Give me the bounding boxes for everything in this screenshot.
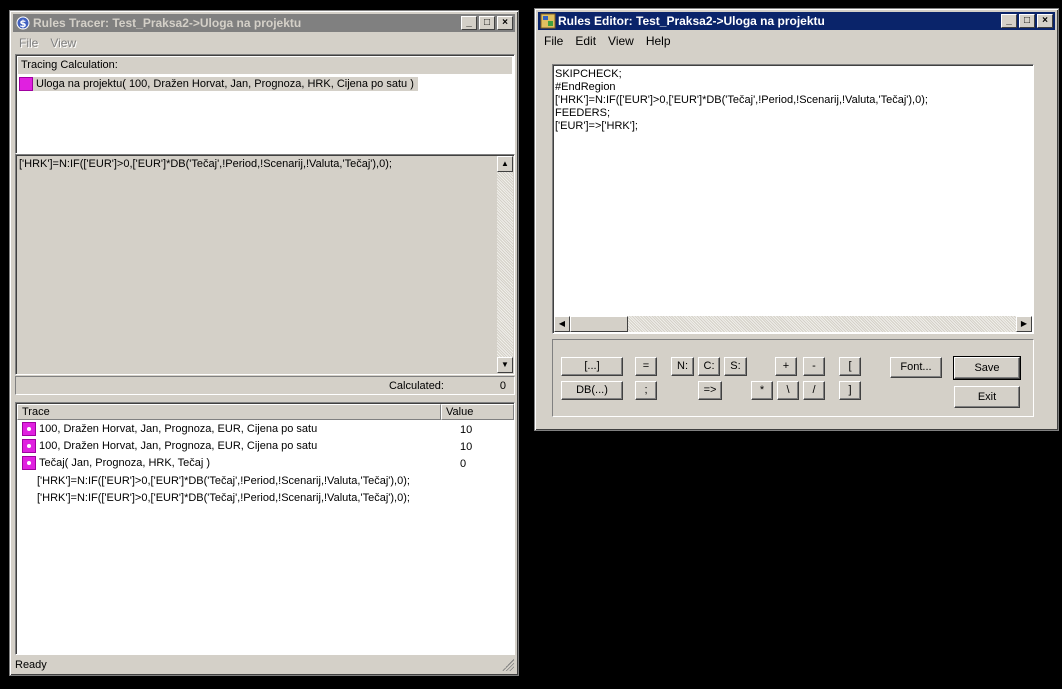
scroll-right-icon[interactable]: ▶ [1016, 316, 1032, 332]
tracer-titlebar[interactable]: $ Rules Tracer: Test_Praksa2->Uloga na p… [13, 14, 515, 32]
editor-menubar: File Edit View Help [538, 32, 1055, 50]
minus-button[interactable]: - [803, 357, 825, 376]
cell-icon [22, 456, 36, 470]
brackets-button[interactable]: [...] [561, 357, 623, 376]
calculated-label: Calculated: [388, 380, 444, 392]
trace-row[interactable]: Tečaj( Jan, Prognoza, HRK, Tečaj ) [22, 456, 210, 470]
menu-edit[interactable]: Edit [569, 32, 602, 50]
menu-file[interactable]: File [13, 34, 44, 52]
plus-button[interactable]: + [775, 357, 797, 376]
scroll-left-icon[interactable]: ◀ [554, 316, 570, 332]
editor-titlebar[interactable]: Rules Editor: Test_Praksa2->Uloga na pro… [538, 12, 1055, 30]
scroll-thumb[interactable] [570, 316, 628, 332]
equals-button[interactable]: = [635, 357, 657, 376]
rules-tracer-window: $ Rules Tracer: Test_Praksa2->Uloga na p… [9, 10, 519, 676]
maximize-button[interactable]: □ [1019, 14, 1035, 28]
trace-row-value: 10 [460, 441, 473, 453]
tm1-app-icon: $ [16, 16, 30, 30]
value-column-header[interactable]: Value [441, 404, 514, 420]
multiply-button[interactable]: * [751, 381, 773, 400]
exit-button[interactable]: Exit [954, 386, 1020, 408]
left-bracket-button[interactable]: [ [839, 357, 861, 376]
menu-view[interactable]: View [602, 32, 640, 50]
trace-rule-row[interactable]: ['HRK']=N:IF(['EUR']>0,['EUR']*DB('Tečaj… [37, 492, 410, 504]
status-bar-text: Ready [15, 659, 47, 671]
tracing-calculation-label: Tracing Calculation: [18, 57, 512, 74]
trace-row-text: 100, Dražen Horvat, Jan, Prognoza, EUR, … [39, 439, 318, 452]
calculated-bar: Calculated: 0 [15, 376, 515, 395]
trace-row[interactable]: 100, Dražen Horvat, Jan, Prognoza, EUR, … [22, 422, 317, 436]
cell-icon [22, 439, 36, 453]
trace-rule-row[interactable]: ['HRK']=N:IF(['EUR']>0,['EUR']*DB('Tečaj… [37, 475, 410, 487]
rule-text-panel: ['HRK']=N:IF(['EUR']>0,['EUR']*DB('Tečaj… [15, 154, 515, 375]
minimize-button[interactable]: _ [461, 16, 477, 30]
code-line: ['HRK']=N:IF(['EUR']>0,['EUR']*DB('Tečaj… [555, 94, 928, 106]
menu-help[interactable]: Help [640, 32, 677, 50]
maximize-button[interactable]: □ [479, 16, 495, 30]
backslash-button[interactable]: \ [777, 381, 799, 400]
code-line: #EndRegion [555, 81, 616, 93]
tracer-menubar: File View [13, 34, 515, 52]
code-line: SKIPCHECK; [555, 68, 622, 80]
n-button[interactable]: N: [671, 357, 694, 376]
right-bracket-button[interactable]: ] [839, 381, 861, 400]
resize-grip-icon[interactable] [502, 659, 514, 671]
rules-editor-window: Rules Editor: Test_Praksa2->Uloga na pro… [534, 8, 1059, 431]
semicolon-button[interactable]: ; [635, 381, 657, 400]
code-line: ['EUR']=>['HRK']; [555, 120, 638, 132]
c-button[interactable]: C: [698, 357, 720, 376]
calculated-value: 0 [499, 380, 506, 392]
font-button[interactable]: Font... [890, 357, 942, 378]
tracing-item-label: Uloga na projektu( 100, Dražen Horvat, J… [36, 77, 414, 90]
s-button[interactable]: S: [724, 357, 747, 376]
tracing-item[interactable]: Uloga na projektu( 100, Dražen Horvat, J… [19, 77, 418, 91]
code-line: FEEDERS; [555, 107, 611, 119]
trace-list: Trace Value 100, Dražen Horvat, Jan, Pro… [15, 402, 515, 655]
db-button[interactable]: DB(...) [561, 381, 623, 400]
rule-buttons-panel: [...] DB(...) = ; N: C: S: => + - [ * \ … [552, 339, 1034, 417]
divide-button[interactable]: / [803, 381, 825, 400]
trace-row-text: 100, Dražen Horvat, Jan, Prognoza, EUR, … [39, 422, 318, 435]
close-button[interactable]: × [1037, 14, 1053, 28]
rule-code-editor[interactable]: SKIPCHECK; #EndRegion ['HRK']=N:IF(['EUR… [552, 64, 1034, 334]
trace-row-value: 0 [460, 458, 467, 470]
tracing-calculation-panel: Tracing Calculation: Uloga na projektu( … [15, 54, 515, 154]
minimize-button[interactable]: _ [1001, 14, 1017, 28]
rules-editor-app-icon [540, 13, 556, 29]
menu-view[interactable]: View [44, 34, 82, 52]
trace-row[interactable]: 100, Dražen Horvat, Jan, Prognoza, EUR, … [22, 439, 317, 453]
rule-vertical-scrollbar[interactable]: ▲ ▼ [497, 156, 513, 373]
trace-column-header[interactable]: Trace [17, 404, 441, 420]
trace-row-value: 10 [460, 424, 473, 436]
code-horizontal-scrollbar[interactable]: ◀ ▶ [554, 316, 1032, 332]
tracer-title: Rules Tracer: Test_Praksa2->Uloga na pro… [33, 16, 302, 30]
rule-text: ['HRK']=N:IF(['EUR']>0,['EUR']*DB('Tečaj… [19, 158, 392, 170]
close-button[interactable]: × [497, 16, 513, 30]
scroll-down-icon[interactable]: ▼ [497, 357, 513, 373]
trace-row-text: Tečaj( Jan, Prognoza, HRK, Tečaj ) [39, 456, 210, 469]
scroll-up-icon[interactable]: ▲ [497, 156, 513, 172]
editor-title: Rules Editor: Test_Praksa2->Uloga na pro… [558, 14, 825, 28]
feeder-arrow-button[interactable]: => [698, 381, 722, 400]
calc-cell-icon [19, 77, 33, 91]
svg-text:$: $ [20, 19, 27, 30]
save-button[interactable]: Save [953, 356, 1021, 380]
menu-file[interactable]: File [538, 32, 569, 50]
cell-icon [22, 422, 36, 436]
